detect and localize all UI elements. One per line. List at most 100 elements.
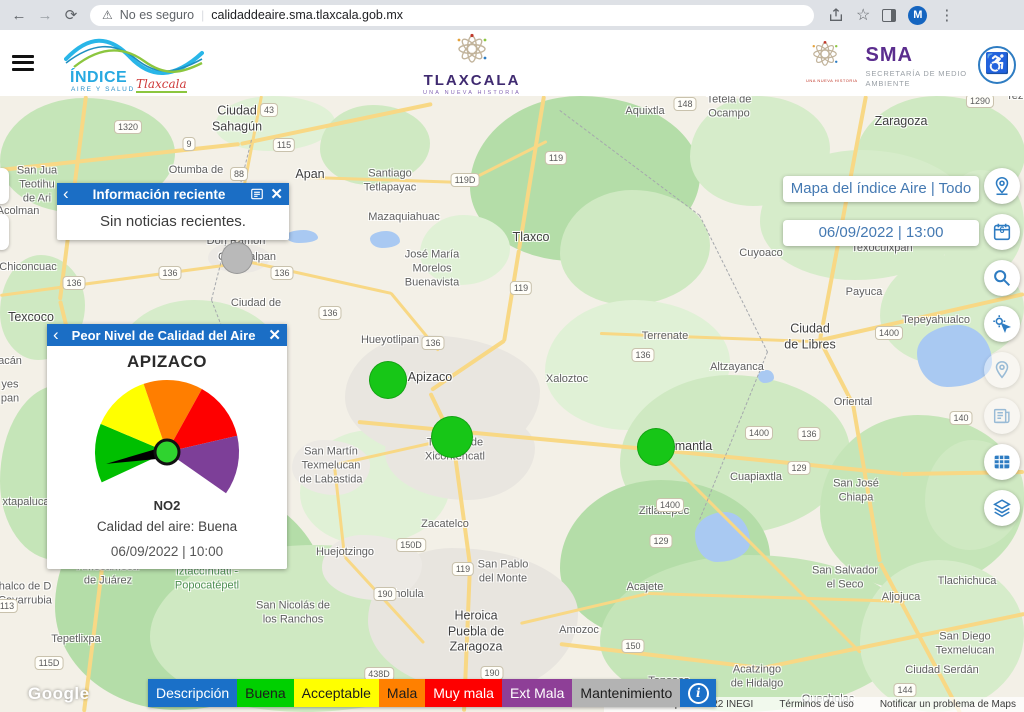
accessibility-button[interactable]: ♿ bbox=[978, 46, 1016, 84]
legend-item-muy-mala[interactable]: Muy mala bbox=[425, 679, 502, 707]
share-icon[interactable] bbox=[828, 7, 844, 23]
legend-item-buena[interactable]: Buena bbox=[237, 679, 293, 707]
map-place-label: Terrenate bbox=[642, 330, 688, 344]
report-problem-link[interactable]: Notificar un problema de Maps bbox=[880, 699, 1016, 710]
recent-info-panel: ‹ Información reciente ✕ Sin noticias re… bbox=[57, 183, 289, 240]
reload-icon[interactable]: ⟳ bbox=[58, 6, 84, 24]
legend-item-descripción[interactable]: Descripción bbox=[148, 679, 237, 707]
station-marker[interactable] bbox=[637, 428, 675, 466]
road-shield: 43 bbox=[260, 103, 278, 117]
map-place-label: CiudadSahagún bbox=[212, 103, 262, 134]
datetime-button[interactable]: 06/09/2022 | 13:00 bbox=[783, 220, 979, 246]
road-shield: 129 bbox=[787, 461, 810, 475]
collapse-chevron-icon[interactable]: ‹ bbox=[63, 184, 69, 204]
news-icon bbox=[991, 405, 1013, 427]
close-icon[interactable]: ✕ bbox=[270, 185, 283, 203]
legend-item-mantenimiento[interactable]: Mantenimiento bbox=[572, 679, 680, 707]
map-place-label: Xaloztoc bbox=[546, 373, 588, 387]
station-marker[interactable] bbox=[221, 242, 253, 274]
collapse-chevron-icon[interactable]: ‹ bbox=[53, 325, 59, 345]
road-shield: 1400 bbox=[875, 326, 903, 340]
map-place-label: Tepeyahualco bbox=[902, 314, 970, 328]
side-panel-icon[interactable] bbox=[882, 9, 896, 22]
road-shield: 1400 bbox=[656, 498, 684, 512]
road-shield: 1320 bbox=[114, 120, 142, 134]
map-place-label: San JuaTeotihude Ari bbox=[17, 164, 57, 205]
map-place-label: San Pablodel Monte bbox=[478, 558, 529, 586]
station-marker[interactable] bbox=[431, 416, 473, 458]
map-place-label: Zaragoza bbox=[875, 114, 928, 130]
news-list-icon[interactable] bbox=[249, 187, 265, 201]
terms-link[interactable]: Términos de uso bbox=[779, 699, 853, 710]
road-shield: 129 bbox=[649, 534, 672, 548]
menu-kebab-icon[interactable]: ⋮ bbox=[939, 6, 954, 24]
address-bar[interactable]: ⚠ No es seguro | calidaddeaire.sma.tlaxc… bbox=[90, 5, 814, 26]
map-place-label: Acajete bbox=[627, 581, 664, 595]
legend-item-ext-mala[interactable]: Ext Mala bbox=[502, 679, 572, 707]
site-header: ÍNDICE AIRE Y SALUD Tlaxcala TLAXCALA UN… bbox=[0, 30, 1024, 97]
station-marker[interactable] bbox=[369, 361, 407, 399]
map-mode-button[interactable]: Mapa del índice Aire | Todo bbox=[783, 176, 979, 202]
map-place-label: Oriental bbox=[834, 396, 873, 410]
map-place-label: San Nicolás delos Ranchos bbox=[256, 599, 330, 627]
map-place-label: Payuca bbox=[846, 286, 883, 300]
road-shield: 136 bbox=[631, 348, 654, 362]
road-shield: 150 bbox=[621, 639, 644, 653]
google-watermark: Google bbox=[28, 684, 90, 704]
not-secure-label: No es seguro bbox=[120, 8, 194, 22]
map-place-label: Huejotzingo bbox=[316, 546, 374, 560]
worst-panel-title: Peor Nivel de Calidad del Aire bbox=[64, 328, 264, 343]
map-place-label: Hueyotlipan bbox=[361, 334, 419, 348]
road-shield: 9 bbox=[182, 137, 195, 151]
pollutant-label: NO2 bbox=[51, 498, 283, 513]
gauge-hub bbox=[155, 440, 179, 464]
collapsed-panel-tab[interactable] bbox=[0, 168, 9, 204]
road-shield: 190 bbox=[373, 587, 396, 601]
map-place-label: Zacatelco bbox=[421, 518, 469, 532]
collapsed-panel-tab[interactable] bbox=[0, 214, 9, 250]
road-shield: 140 bbox=[949, 411, 972, 425]
touch-click-button[interactable] bbox=[984, 306, 1020, 342]
forward-icon[interactable]: → bbox=[32, 7, 58, 24]
map-place-label: Otumba de bbox=[169, 164, 223, 178]
worst-panel-body: APIZACO NO2 Calidad del aire: Buena 06/0… bbox=[47, 346, 287, 569]
back-icon[interactable]: ← bbox=[6, 7, 32, 24]
close-icon[interactable]: ✕ bbox=[268, 326, 281, 344]
map-place-label: Cuyoaco bbox=[739, 247, 782, 261]
map-place-label: yespan bbox=[1, 378, 19, 406]
profile-avatar[interactable]: M bbox=[908, 6, 927, 25]
road-shield: 136 bbox=[270, 266, 293, 280]
map-place-label: San JoséChiapa bbox=[833, 477, 879, 505]
worst-panel-timestamp: 06/09/2022 | 10:00 bbox=[51, 544, 283, 559]
legend-info-button[interactable]: i bbox=[680, 679, 716, 707]
map-place-label: HeroicaPuebla deZaragoza bbox=[448, 609, 504, 656]
map-place-label: Amozoc bbox=[559, 624, 599, 638]
my-location-button bbox=[984, 352, 1020, 388]
road-shield: 119 bbox=[545, 151, 567, 165]
map-place-label: Chiconcuac bbox=[0, 261, 57, 275]
location-pin-icon bbox=[991, 175, 1013, 197]
layers-icon bbox=[991, 497, 1013, 519]
legend-item-acceptable[interactable]: Acceptable bbox=[294, 679, 379, 707]
location-pin-button[interactable] bbox=[984, 168, 1020, 204]
road-shield: 1290 bbox=[966, 96, 994, 108]
legend-item-mala[interactable]: Mala bbox=[379, 679, 425, 707]
table-button[interactable] bbox=[984, 444, 1020, 480]
layers-button[interactable] bbox=[984, 490, 1020, 526]
road-shield: 119 bbox=[452, 562, 474, 576]
bookmark-star-icon[interactable]: ☆ bbox=[856, 5, 870, 25]
map-place-label: Apizaco bbox=[408, 370, 452, 386]
road-shield: 136 bbox=[158, 266, 181, 280]
search-button[interactable] bbox=[984, 260, 1020, 296]
road-shield: 148 bbox=[673, 97, 696, 111]
sma-flower-icon bbox=[806, 36, 844, 72]
recent-info-panel-header: ‹ Información reciente ✕ bbox=[57, 183, 289, 205]
road-shield: 136 bbox=[318, 306, 341, 320]
toolbar-actions: ☆ M ⋮ bbox=[828, 5, 954, 25]
map-place-label: San Salvadorel Seco bbox=[812, 564, 878, 592]
map-place-label: Tlaxco bbox=[513, 230, 550, 246]
calendar-button[interactable]: 6 bbox=[984, 214, 1020, 250]
map-place-label: Ciudadde Libres bbox=[784, 321, 835, 352]
map-tool-column: 6 bbox=[984, 168, 1020, 526]
hamburger-menu-icon[interactable] bbox=[12, 51, 34, 74]
